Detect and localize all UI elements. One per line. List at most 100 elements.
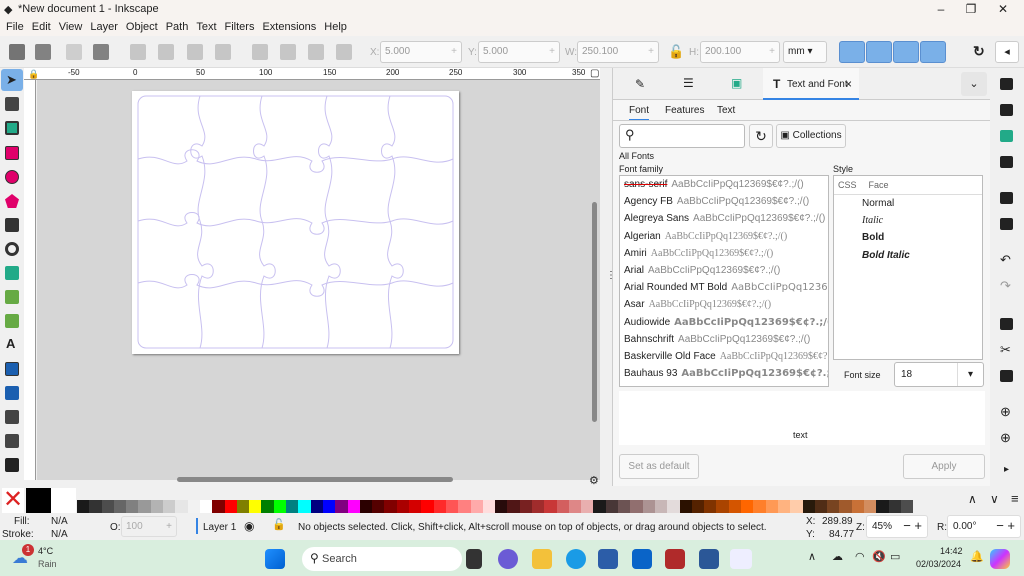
x-plus[interactable]: + bbox=[451, 46, 457, 57]
lock-ratio-icon[interactable]: 🔓 bbox=[668, 44, 684, 60]
font-item[interactable]: Arial AaBbCcIiPpQq12369$€¢?.;/() bbox=[620, 262, 828, 279]
color-swatch[interactable] bbox=[704, 500, 717, 513]
undo-icon[interactable]: ↶ bbox=[1000, 252, 1011, 268]
color-swatch[interactable] bbox=[531, 500, 545, 513]
inkscape-taskbar-icon[interactable] bbox=[730, 549, 752, 569]
color-swatch[interactable] bbox=[900, 500, 914, 513]
rotate-field[interactable]: 0.00° − + bbox=[947, 515, 1021, 538]
save-icon[interactable] bbox=[1000, 130, 1013, 142]
color-swatch[interactable] bbox=[667, 500, 680, 513]
calligraphy-tool-icon[interactable] bbox=[5, 314, 19, 328]
menu-object[interactable]: Object bbox=[126, 21, 158, 33]
color-swatch[interactable] bbox=[224, 500, 237, 513]
clock-time[interactable]: 14:42 bbox=[940, 546, 963, 556]
color-swatch[interactable] bbox=[482, 500, 496, 513]
color-swatch[interactable] bbox=[249, 500, 262, 513]
close-button[interactable]: ✕ bbox=[988, 0, 1018, 18]
color-swatch[interactable] bbox=[359, 500, 373, 513]
color-swatch[interactable] bbox=[888, 500, 901, 513]
color-swatch[interactable] bbox=[126, 500, 139, 513]
style-normal[interactable]: Normal bbox=[834, 195, 982, 212]
color-swatch[interactable] bbox=[568, 500, 582, 513]
lower-icon[interactable] bbox=[308, 44, 324, 60]
notifications-icon[interactable]: 🔔 bbox=[970, 550, 984, 563]
color-swatch[interactable] bbox=[605, 500, 619, 513]
color-swatch[interactable] bbox=[89, 500, 102, 513]
document-page[interactable] bbox=[132, 91, 459, 354]
zoom-drawing-icon[interactable]: ⊕ bbox=[1000, 430, 1011, 446]
color-swatch[interactable] bbox=[691, 500, 705, 513]
h-plus[interactable]: + bbox=[769, 46, 775, 57]
chevron-down-icon[interactable]: ▾ bbox=[957, 363, 983, 386]
color-swatch[interactable] bbox=[310, 500, 323, 513]
pencil-tool-icon[interactable] bbox=[5, 290, 19, 304]
copy-icon[interactable] bbox=[1000, 318, 1013, 330]
color-swatch[interactable] bbox=[802, 500, 815, 513]
color-swatch[interactable] bbox=[335, 500, 348, 513]
font-item[interactable]: Bahnschrift AaBbCcIiPpQq12369$€¢?.;/() bbox=[620, 331, 828, 348]
palette-scroll-down-icon[interactable]: ∨ bbox=[990, 492, 999, 506]
font-item[interactable]: sans-serif AaBbCcIiPpQq12369$€¢?.;/() bbox=[620, 176, 828, 193]
select-same-icon[interactable] bbox=[93, 44, 109, 60]
outlook-icon[interactable] bbox=[632, 549, 652, 569]
font-item[interactable]: Arial Rounded MT BoldAaBbCcIiPpQq12369$€… bbox=[620, 279, 828, 296]
wifi-icon[interactable]: ◠ bbox=[855, 550, 865, 563]
color-swatch[interactable] bbox=[286, 500, 299, 513]
edge-icon[interactable] bbox=[566, 549, 586, 569]
color-swatch[interactable] bbox=[113, 500, 127, 513]
menu-path[interactable]: Path bbox=[166, 21, 189, 33]
stroke-value[interactable]: N/A bbox=[51, 529, 68, 540]
color-swatch[interactable] bbox=[716, 500, 729, 513]
paste-icon[interactable] bbox=[1000, 370, 1013, 382]
eraser-tool-icon[interactable] bbox=[5, 458, 19, 472]
subtab-font[interactable]: Font bbox=[629, 105, 650, 121]
transform-gradients-icon[interactable] bbox=[893, 41, 919, 63]
raise-to-top-icon[interactable] bbox=[252, 44, 268, 60]
gradient-tool-icon[interactable] bbox=[5, 362, 19, 376]
color-swatch[interactable] bbox=[728, 500, 742, 513]
maximize-button[interactable]: ❐ bbox=[956, 0, 986, 18]
color-swatch[interactable] bbox=[741, 500, 754, 513]
color-swatch[interactable] bbox=[212, 500, 225, 513]
color-swatch[interactable] bbox=[150, 500, 164, 513]
ellipse-tool-icon[interactable] bbox=[5, 170, 19, 184]
snap-toggle-icon[interactable]: ↻ bbox=[973, 43, 985, 60]
color-swatch[interactable] bbox=[630, 500, 643, 513]
color-swatch[interactable] bbox=[421, 500, 434, 513]
color-swatch[interactable] bbox=[814, 500, 828, 513]
font-item[interactable]: Asar AaBbCcIiPpQq12369$€¢?.;/() bbox=[620, 296, 828, 313]
subtab-features[interactable]: Features bbox=[665, 105, 704, 116]
color-swatch[interactable] bbox=[199, 500, 213, 513]
units-select[interactable]: mm ▾ bbox=[783, 41, 827, 63]
menu-extensions[interactable]: Extensions bbox=[262, 21, 316, 33]
color-swatch[interactable] bbox=[101, 500, 114, 513]
layer-lock-icon[interactable]: 🔓 bbox=[272, 518, 286, 531]
rotate-cw-icon[interactable] bbox=[158, 44, 174, 60]
layer-visibility-icon[interactable]: ◉ bbox=[244, 519, 254, 533]
color-swatch[interactable] bbox=[864, 500, 877, 513]
ruler-lock-icon[interactable]: 🔒 bbox=[28, 69, 39, 80]
color-swatch[interactable] bbox=[236, 500, 250, 513]
zoom-field[interactable]: 45% − + bbox=[866, 515, 928, 538]
paint-bucket-icon[interactable] bbox=[5, 434, 19, 448]
color-swatch[interactable] bbox=[851, 500, 864, 513]
color-swatch[interactable] bbox=[409, 500, 422, 513]
menu-help[interactable]: Help bbox=[324, 21, 347, 33]
raise-icon[interactable] bbox=[280, 44, 296, 60]
font-item[interactable]: Alegreya Sans AaBbCcIiPpQq12369$€¢?.;/() bbox=[620, 210, 828, 227]
color-swatch[interactable] bbox=[273, 500, 287, 513]
menu-edit[interactable]: Edit bbox=[32, 21, 51, 33]
color-swatch[interactable] bbox=[654, 500, 668, 513]
style-bold[interactable]: Bold bbox=[834, 229, 982, 246]
cut-icon[interactable]: ✂ bbox=[1000, 342, 1011, 358]
color-management-icon[interactable]: ⚙ bbox=[589, 474, 599, 487]
style-list[interactable]: CSS Face Normal Italic Bold Bold Italic bbox=[833, 175, 983, 360]
battery-icon[interactable]: ▭ bbox=[890, 550, 900, 563]
select-all-icon[interactable] bbox=[9, 44, 25, 60]
print-icon[interactable] bbox=[1000, 156, 1013, 168]
color-swatch[interactable] bbox=[593, 500, 606, 513]
fill-value[interactable]: N/A bbox=[51, 516, 68, 527]
current-layer[interactable]: Layer 1 bbox=[203, 522, 236, 533]
color-swatch[interactable] bbox=[679, 500, 692, 513]
font-item[interactable]: Amiri AaBbCcIiPpQq12369$€¢?.;/() bbox=[620, 245, 828, 262]
